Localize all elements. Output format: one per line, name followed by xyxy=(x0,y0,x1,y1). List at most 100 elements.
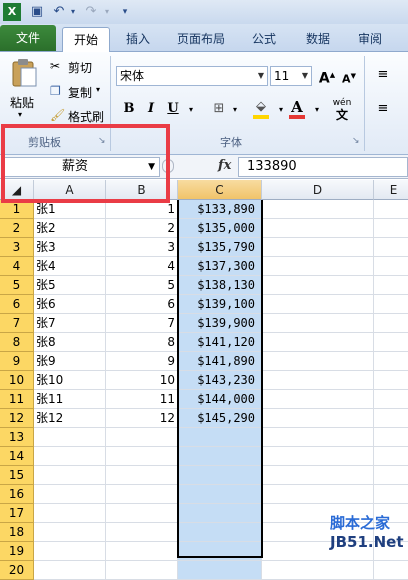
bold-button[interactable]: B xyxy=(120,100,138,118)
row-header[interactable]: 14 xyxy=(0,447,34,466)
row-header[interactable]: 8 xyxy=(0,333,34,352)
cell-b[interactable]: 2 xyxy=(106,219,178,238)
save-icon[interactable]: ▣ xyxy=(28,3,46,21)
cell-b[interactable]: 10 xyxy=(106,371,178,390)
customize-icon[interactable]: ▾ xyxy=(116,3,134,21)
cell-a[interactable]: 张11 xyxy=(34,390,106,409)
cell-c[interactable]: $138,130 xyxy=(178,276,262,295)
cell-c[interactable] xyxy=(178,447,262,466)
cell-d[interactable] xyxy=(262,371,374,390)
cell-d[interactable] xyxy=(262,333,374,352)
cell-a[interactable]: 张9 xyxy=(34,352,106,371)
cell-d[interactable] xyxy=(262,447,374,466)
cell-b[interactable] xyxy=(106,523,178,542)
cell-d[interactable] xyxy=(262,200,374,219)
cell-c[interactable]: $144,000 xyxy=(178,390,262,409)
cell-a[interactable]: 张12 xyxy=(34,409,106,428)
cell-b[interactable]: 3 xyxy=(106,238,178,257)
cell-d[interactable] xyxy=(262,561,374,580)
column-header-e[interactable]: E xyxy=(374,180,408,200)
format-painter-icon[interactable]: 🖌 xyxy=(50,108,65,122)
cell-a[interactable]: 张4 xyxy=(34,257,106,276)
copy-icon[interactable]: ❐ xyxy=(50,84,61,98)
cell-b[interactable]: 11 xyxy=(106,390,178,409)
format-painter-button[interactable]: 格式刷 xyxy=(68,108,104,125)
cut-button[interactable]: 剪切 xyxy=(68,59,92,76)
cell-b[interactable]: 7 xyxy=(106,314,178,333)
cell-d[interactable] xyxy=(262,428,374,447)
cell-c[interactable]: $139,900 xyxy=(178,314,262,333)
copy-dropdown-icon[interactable]: ▾ xyxy=(96,85,100,94)
row-header[interactable]: 9 xyxy=(0,352,34,371)
row-header[interactable]: 3 xyxy=(0,238,34,257)
cell-a[interactable] xyxy=(34,561,106,580)
tab-home[interactable]: 开始 xyxy=(62,27,110,53)
align-left-icon[interactable]: ≡ xyxy=(374,100,392,118)
cell-a[interactable] xyxy=(34,485,106,504)
cell-b[interactable] xyxy=(106,447,178,466)
cell-a[interactable] xyxy=(34,523,106,542)
cell-d[interactable] xyxy=(262,276,374,295)
scissors-icon[interactable]: ✂ xyxy=(50,59,60,73)
font-color-button[interactable]: A xyxy=(288,98,306,119)
cell-e[interactable] xyxy=(374,276,408,295)
cell-e[interactable] xyxy=(374,238,408,257)
cell-d[interactable] xyxy=(262,409,374,428)
cell-b[interactable] xyxy=(106,485,178,504)
redo-dropdown-icon[interactable]: ▾ xyxy=(98,3,116,21)
paste-dropdown-icon[interactable]: ▾ xyxy=(18,110,22,119)
cell-d[interactable] xyxy=(262,295,374,314)
cell-a[interactable]: 张7 xyxy=(34,314,106,333)
row-header[interactable]: 4 xyxy=(0,257,34,276)
cell-c[interactable]: $141,890 xyxy=(178,352,262,371)
paste-icon[interactable] xyxy=(10,58,38,88)
cell-b[interactable] xyxy=(106,542,178,561)
cell-c[interactable]: $135,790 xyxy=(178,238,262,257)
tab-review[interactable]: 审阅 xyxy=(350,27,390,52)
chevron-down-icon[interactable]: ▼ xyxy=(258,67,264,85)
cell-a[interactable] xyxy=(34,447,106,466)
row-header[interactable]: 20 xyxy=(0,561,34,580)
chevron-down-icon[interactable]: ▼ xyxy=(302,67,308,85)
font-launcher-icon[interactable]: ↘ xyxy=(352,136,360,146)
cell-e[interactable] xyxy=(374,485,408,504)
cell-b[interactable] xyxy=(106,561,178,580)
cell-e[interactable] xyxy=(374,371,408,390)
cell-e[interactable] xyxy=(374,466,408,485)
row-header[interactable]: 5 xyxy=(0,276,34,295)
cell-c[interactable]: $137,300 xyxy=(178,257,262,276)
cell-a[interactable]: 张3 xyxy=(34,238,106,257)
row-header[interactable]: 19 xyxy=(0,542,34,561)
row-header[interactable]: 12 xyxy=(0,409,34,428)
cell-e[interactable] xyxy=(374,219,408,238)
paste-button[interactable]: 粘贴 xyxy=(10,94,34,111)
cell-b[interactable] xyxy=(106,466,178,485)
underline-dropdown-icon[interactable]: ▾ xyxy=(182,101,200,119)
cell-c[interactable] xyxy=(178,466,262,485)
tab-page-layout[interactable]: 页面布局 xyxy=(168,27,234,52)
row-header[interactable]: 13 xyxy=(0,428,34,447)
cell-e[interactable] xyxy=(374,295,408,314)
row-header[interactable]: 16 xyxy=(0,485,34,504)
cell-a[interactable] xyxy=(34,504,106,523)
cell-c[interactable] xyxy=(178,504,262,523)
cell-c[interactable]: $141,120 xyxy=(178,333,262,352)
cell-b[interactable]: 8 xyxy=(106,333,178,352)
cell-d[interactable] xyxy=(262,314,374,333)
cell-e[interactable] xyxy=(374,352,408,371)
row-header[interactable]: 15 xyxy=(0,466,34,485)
cell-a[interactable]: 张5 xyxy=(34,276,106,295)
cell-a[interactable]: 张6 xyxy=(34,295,106,314)
cell-c[interactable] xyxy=(178,523,262,542)
grow-font-button[interactable]: A▲ xyxy=(318,66,336,87)
cell-d[interactable] xyxy=(262,352,374,371)
excel-logo-icon[interactable]: X xyxy=(3,3,21,21)
cell-b[interactable]: 4 xyxy=(106,257,178,276)
cell-d[interactable] xyxy=(262,485,374,504)
cell-c[interactable]: $145,290 xyxy=(178,409,262,428)
cell-c[interactable] xyxy=(178,428,262,447)
row-header[interactable]: 2 xyxy=(0,219,34,238)
italic-button[interactable]: I xyxy=(142,100,160,118)
cell-c[interactable]: $143,230 xyxy=(178,371,262,390)
copy-button[interactable]: 复制 xyxy=(68,84,92,101)
